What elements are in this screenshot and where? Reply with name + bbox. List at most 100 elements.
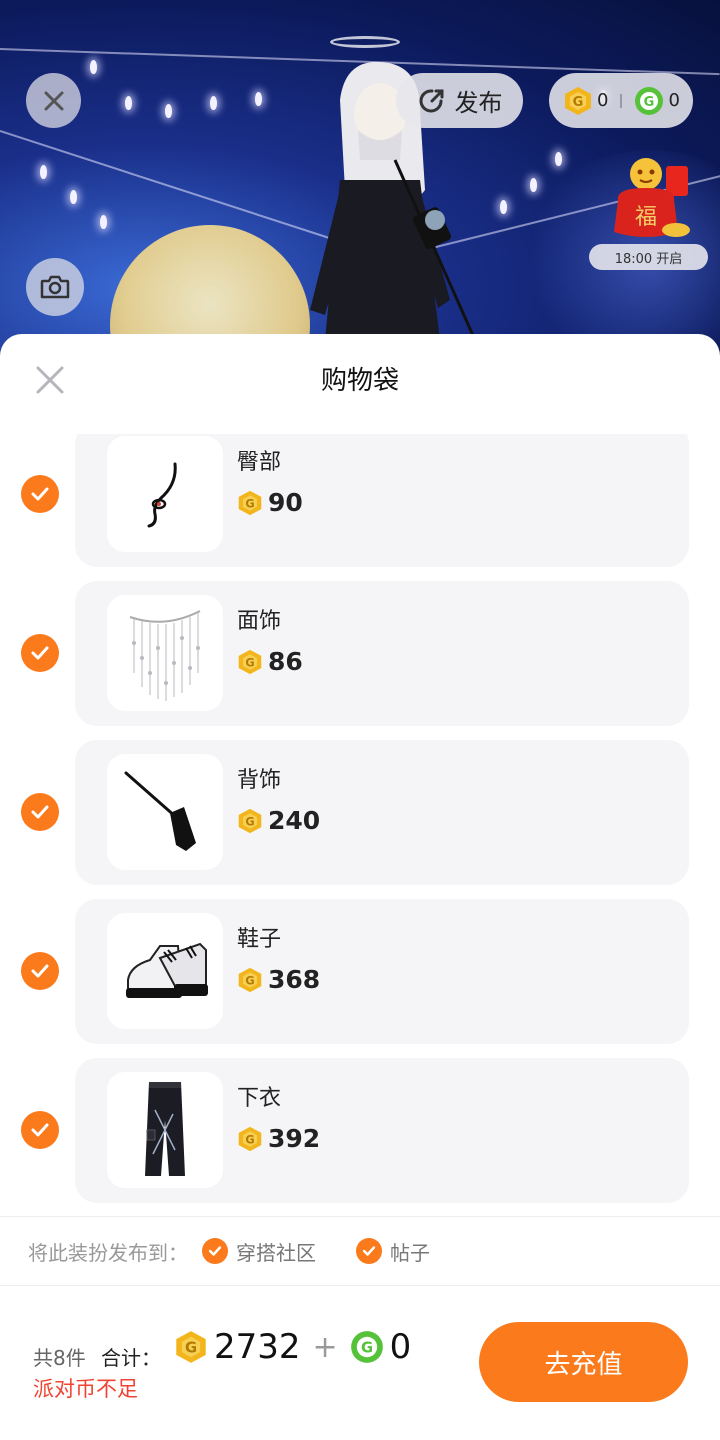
cart-item-list[interactable]: 臀部 G 90 面饰 G 86 背饰 G 240 鞋子 G 368 下衣 G 3… <box>0 434 720 1214</box>
check-icon <box>31 964 49 978</box>
cart-item: 臀部 G 90 <box>0 434 720 567</box>
shopping-bag-sheet: 购物袋 臀部 G 90 面饰 G 86 背饰 G 240 鞋子 G 368 下衣… <box>0 334 720 1440</box>
item-name: 下衣 <box>237 1086 282 1111</box>
event-time-badge: 18:00 开启 <box>589 244 708 270</box>
svg-text:G: G <box>245 974 254 987</box>
option-label: 帖子 <box>390 1240 430 1265</box>
item-price: G 90 <box>237 488 303 517</box>
cart-item: 面饰 G 86 <box>0 581 720 726</box>
svg-text:G: G <box>573 95 584 110</box>
publish-destination-row: 将此装扮发布到： 穿搭社区 帖子 <box>0 1216 720 1286</box>
cart-item: 下衣 G 392 <box>0 1058 720 1203</box>
item-checkbox[interactable] <box>21 634 59 672</box>
item-card[interactable]: 背饰 G 240 <box>75 740 689 885</box>
plus-sign: + <box>312 1329 338 1365</box>
platform-boots-icon <box>126 942 208 998</box>
gold-coin-icon: G <box>238 808 262 833</box>
svg-text:福: 福 <box>635 205 657 230</box>
check-icon <box>31 646 49 660</box>
close-icon <box>44 91 63 110</box>
item-thumbnail <box>107 436 223 552</box>
publish-icon <box>419 88 443 112</box>
bead-veil-icon <box>129 610 201 701</box>
item-price: G 86 <box>237 647 303 676</box>
lucky-bag-event-icon[interactable]: 福 <box>606 152 696 242</box>
item-price-value: 368 <box>268 965 321 994</box>
sheet-title: 购物袋 <box>320 366 399 396</box>
cargo-pants-icon <box>145 1082 185 1176</box>
gold-coin-icon: G <box>238 490 262 515</box>
green-coin-icon: G <box>350 1331 383 1363</box>
check-icon <box>362 1246 376 1256</box>
crossbody-bag-icon <box>124 771 196 851</box>
item-checkbox[interactable] <box>21 793 59 831</box>
close-button[interactable] <box>26 73 81 128</box>
publish-option-post[interactable]: 帖子 <box>356 1237 430 1266</box>
item-price: G 392 <box>237 1124 320 1153</box>
check-icon <box>208 1246 222 1256</box>
gold-coin-icon: G <box>176 1331 206 1363</box>
recharge-button[interactable]: 去充值 <box>479 1322 688 1402</box>
insufficient-funds-warning: 派对币不足 <box>33 1377 138 1401</box>
item-thumbnail <box>107 913 223 1029</box>
svg-text:G: G <box>245 1133 254 1146</box>
camera-button[interactable] <box>26 258 84 316</box>
camera-icon <box>40 275 70 299</box>
publish-label: 发布 <box>454 89 503 117</box>
gold-coin-icon: G <box>565 86 591 115</box>
gold-coin-balance: 0 <box>597 90 609 111</box>
item-name: 臀部 <box>237 450 282 475</box>
currency-balance[interactable]: G 0 G 0 <box>549 73 693 128</box>
svg-text:G: G <box>185 1340 197 1357</box>
total-label: 合计： <box>101 1346 161 1370</box>
check-icon <box>31 487 49 501</box>
total-gold-value: 2732 <box>214 1327 301 1367</box>
gold-coin-icon: G <box>238 1126 262 1151</box>
svg-text:G: G <box>245 815 254 828</box>
gold-coin-icon: G <box>238 967 262 992</box>
publish-to-label: 将此装扮发布到： <box>28 1240 188 1265</box>
svg-text:G: G <box>361 1340 373 1357</box>
item-count: 共8件 <box>33 1346 86 1370</box>
divider <box>620 93 623 108</box>
option-checkbox <box>202 1238 228 1264</box>
item-card[interactable]: 臀部 G 90 <box>75 434 689 567</box>
item-name: 背饰 <box>237 768 282 793</box>
svg-text:G: G <box>644 95 655 110</box>
svg-text:G: G <box>245 656 254 669</box>
option-label: 穿搭社区 <box>236 1240 316 1265</box>
publish-button[interactable]: 发布 <box>396 73 523 128</box>
item-checkbox[interactable] <box>21 1111 59 1149</box>
item-price-value: 90 <box>268 488 303 517</box>
item-checkbox[interactable] <box>21 475 59 513</box>
chain-accessory-icon <box>147 462 177 528</box>
item-name: 鞋子 <box>237 927 282 952</box>
green-coin-icon: G <box>635 86 664 115</box>
item-card[interactable]: 鞋子 G 368 <box>75 899 689 1044</box>
item-price: G 240 <box>237 806 320 835</box>
total-price: G 2732 + G 0 <box>174 1327 411 1367</box>
gold-coin-icon: G <box>238 649 262 674</box>
item-thumbnail <box>107 595 223 711</box>
green-coin-balance: 0 <box>668 90 680 111</box>
item-checkbox[interactable] <box>21 952 59 990</box>
item-thumbnail <box>107 1072 223 1188</box>
item-price-value: 86 <box>268 647 303 676</box>
item-price-value: 240 <box>268 806 321 835</box>
checkout-footer: 共8件 合计： G 2732 + G 0 派对币不足 去充值 <box>0 1287 720 1440</box>
avatar-scene: 发布 G 0 G 0 福 18:00 开启 <box>0 0 720 360</box>
check-icon <box>31 805 49 819</box>
publish-option-community[interactable]: 穿搭社区 <box>202 1237 316 1266</box>
item-name: 面饰 <box>237 609 282 634</box>
check-icon <box>31 1123 49 1137</box>
item-price-value: 392 <box>268 1124 321 1153</box>
item-card[interactable]: 下衣 G 392 <box>75 1058 689 1203</box>
cart-item: 鞋子 G 368 <box>0 899 720 1044</box>
item-thumbnail <box>107 754 223 870</box>
item-card[interactable]: 面饰 G 86 <box>75 581 689 726</box>
svg-text:G: G <box>245 497 254 510</box>
total-green-value: 0 <box>389 1327 412 1367</box>
option-checkbox <box>356 1238 382 1264</box>
item-price: G 368 <box>237 965 320 994</box>
cart-item: 背饰 G 240 <box>0 740 720 885</box>
